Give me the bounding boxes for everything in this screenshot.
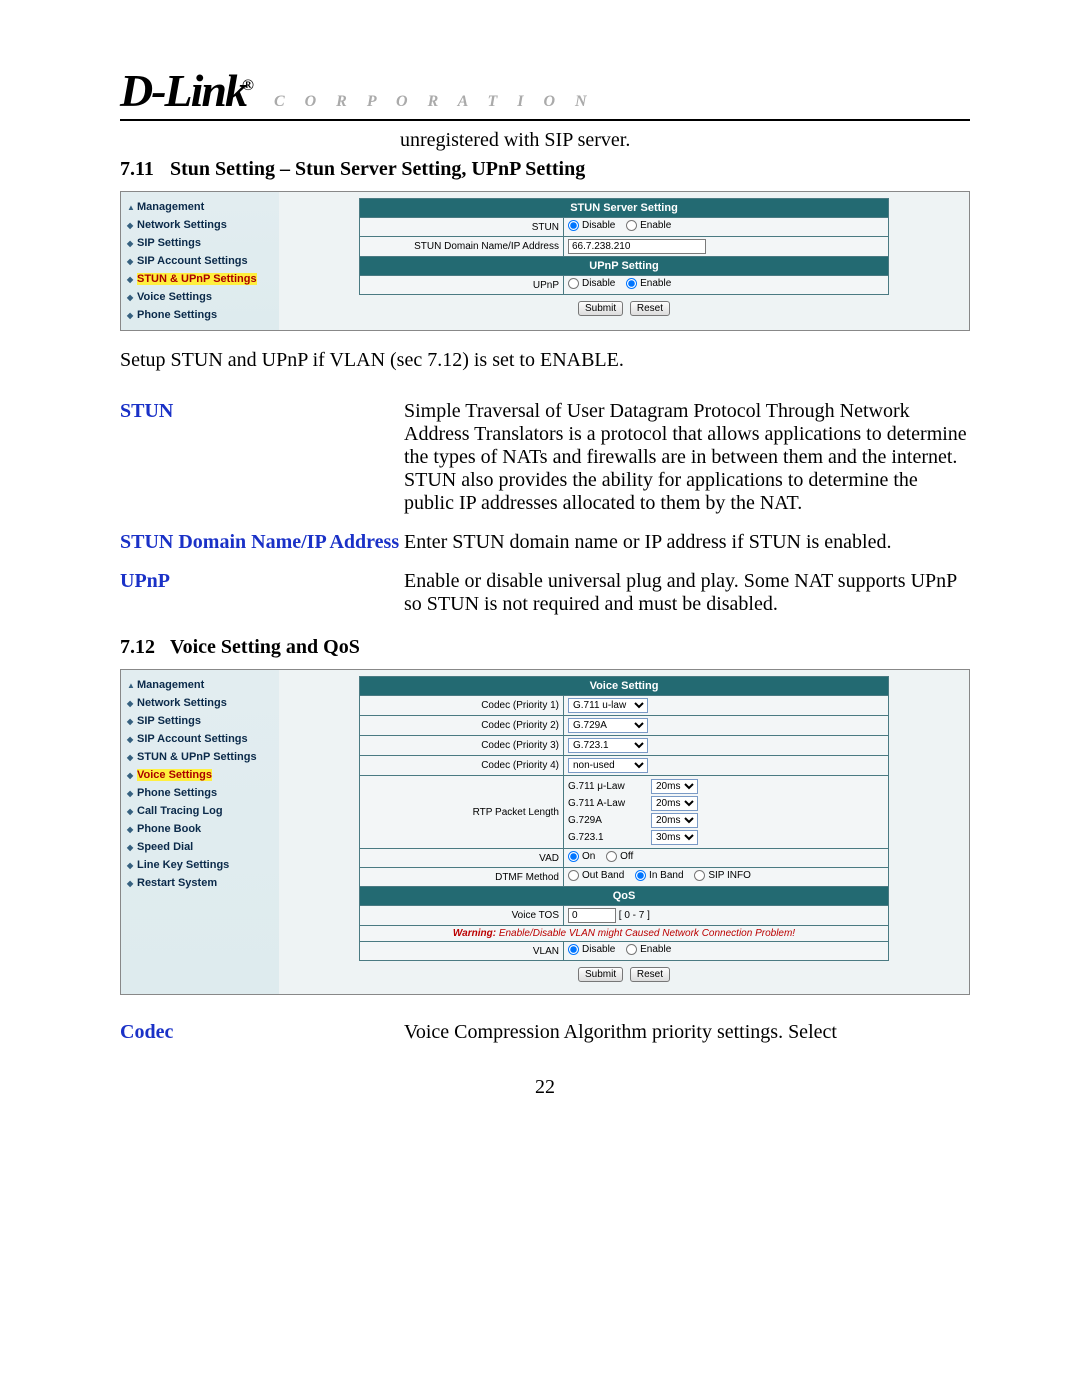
codec3-select[interactable]: G.723.1 — [568, 738, 648, 753]
vlan-enable-radio[interactable]: Enable — [626, 944, 671, 955]
sidebar-item[interactable]: Voice Settings — [125, 288, 275, 306]
sidebar-item[interactable]: SIP Settings — [125, 712, 275, 730]
codec2-select[interactable]: G.729A — [568, 718, 648, 733]
section-number: 7.11 — [120, 158, 170, 181]
upnp-enable-radio[interactable]: Enable — [626, 278, 671, 289]
codec1-select[interactable]: G.711 u-law — [568, 698, 648, 713]
sidebar-item[interactable]: Management — [125, 198, 275, 216]
vad-off-radio[interactable]: Off — [606, 851, 633, 862]
corporation-text: C O R P O R A T I O N — [274, 93, 595, 117]
label-codec4: Codec (Priority 4) — [360, 756, 564, 776]
sidebar-item[interactable]: Phone Settings — [125, 784, 275, 802]
sidebar-item[interactable]: Network Settings — [125, 694, 275, 712]
page-header: D-Link® C O R P O R A T I O N — [120, 64, 970, 121]
rtp4-select[interactable]: 30ms — [651, 830, 698, 845]
stun-enable-radio[interactable]: Enable — [626, 220, 671, 231]
term-upnp: UPnP — [120, 562, 404, 624]
sidebar-item-active[interactable]: Voice Settings — [125, 766, 275, 784]
label-stun-domain: STUN Domain Name/IP Address — [360, 237, 564, 257]
page-number: 22 — [120, 1076, 970, 1099]
desc-stun-domain: Enter STUN domain name or IP address if … — [404, 523, 970, 562]
vlan-warning: Warning: Enable/Disable VLAN might Cause… — [360, 926, 889, 942]
trailing-line: unregistered with SIP server. — [400, 129, 970, 152]
rtp2-select[interactable]: 20ms — [651, 796, 698, 811]
dtmf-inband-radio[interactable]: In Band — [635, 870, 683, 881]
sidebar-item[interactable]: Call Tracing Log — [125, 802, 275, 820]
submit-button[interactable]: Submit — [578, 301, 623, 316]
settings-panel: STUN Server Setting STUN Disable Enable … — [279, 192, 969, 330]
sidebar: Management Network Settings SIP Settings… — [121, 192, 279, 330]
vad-on-radio[interactable]: On — [568, 851, 595, 862]
label-upnp: UPnP — [360, 276, 564, 295]
label-rtp: RTP Packet Length — [360, 776, 564, 849]
section-title: Stun Setting – Stun Server Setting, UPnP… — [170, 158, 585, 181]
term-stun: STUN — [120, 392, 404, 523]
label-vlan: VLAN — [360, 942, 564, 961]
section-7-11: 7.11 Stun Setting – Stun Server Setting,… — [120, 158, 970, 181]
section-number: 7.12 — [120, 636, 170, 659]
sidebar-item[interactable]: STUN & UPnP Settings — [125, 748, 275, 766]
desc-upnp: Enable or disable universal plug and pla… — [404, 562, 970, 624]
panel-header: Voice Setting — [360, 677, 889, 696]
codec4-select[interactable]: non-used — [568, 758, 648, 773]
rtp1-select[interactable]: 20ms — [651, 779, 698, 794]
label-tos: Voice TOS — [360, 906, 564, 926]
sidebar-item[interactable]: Restart System — [125, 874, 275, 892]
label-codec2: Codec (Priority 2) — [360, 716, 564, 736]
sidebar-item[interactable]: SIP Account Settings — [125, 252, 275, 270]
sidebar-item[interactable]: Line Key Settings — [125, 856, 275, 874]
tos-input[interactable] — [568, 908, 616, 923]
desc-stun: Simple Traversal of User Datagram Protoc… — [404, 392, 970, 523]
dtmf-outband-radio[interactable]: Out Band — [568, 870, 624, 881]
label-codec1: Codec (Priority 1) — [360, 696, 564, 716]
tos-hint: [ 0 - 7 ] — [619, 910, 650, 921]
sidebar-item[interactable]: Speed Dial — [125, 838, 275, 856]
sidebar-item[interactable]: Phone Settings — [125, 306, 275, 324]
sidebar: Management Network Settings SIP Settings… — [121, 670, 279, 994]
sidebar-item[interactable]: Management — [125, 676, 275, 694]
label-dtmf: DTMF Method — [360, 868, 564, 887]
sidebar-item[interactable]: Network Settings — [125, 216, 275, 234]
vlan-disable-radio[interactable]: Disable — [568, 944, 615, 955]
stun-domain-input[interactable] — [568, 239, 706, 254]
dtmf-sipinfo-radio[interactable]: SIP INFO — [694, 870, 751, 881]
screenshot-stun: Management Network Settings SIP Settings… — [120, 191, 970, 331]
stun-disable-radio[interactable]: Disable — [568, 220, 615, 231]
reset-button[interactable]: Reset — [630, 967, 670, 982]
term-stun-domain: STUN Domain Name/IP Address — [120, 523, 404, 562]
term-codec: Codec — [120, 1013, 404, 1052]
label-vad: VAD — [360, 849, 564, 868]
panel-header: UPnP Setting — [360, 257, 889, 276]
screenshot-voice: Management Network Settings SIP Settings… — [120, 669, 970, 995]
sidebar-item[interactable]: SIP Account Settings — [125, 730, 275, 748]
sidebar-item[interactable]: SIP Settings — [125, 234, 275, 252]
setup-text: Setup STUN and UPnP if VLAN (sec 7.12) i… — [120, 349, 970, 372]
logo: D-Link® — [120, 64, 252, 117]
sidebar-item[interactable]: Phone Book — [125, 820, 275, 838]
panel-header: STUN Server Setting — [360, 199, 889, 218]
label-codec3: Codec (Priority 3) — [360, 736, 564, 756]
section-title: Voice Setting and QoS — [170, 636, 360, 659]
label-stun: STUN — [360, 218, 564, 237]
reset-button[interactable]: Reset — [630, 301, 670, 316]
section-7-12: 7.12 Voice Setting and QoS — [120, 636, 970, 659]
desc-codec: Voice Compression Algorithm priority set… — [404, 1013, 970, 1052]
submit-button[interactable]: Submit — [578, 967, 623, 982]
rtp3-select[interactable]: 20ms — [651, 813, 698, 828]
sidebar-item-active[interactable]: STUN & UPnP Settings — [125, 270, 275, 288]
settings-panel: Voice Setting Codec (Priority 1) G.711 u… — [279, 670, 969, 994]
upnp-disable-radio[interactable]: Disable — [568, 278, 615, 289]
panel-header: QoS — [360, 887, 889, 906]
